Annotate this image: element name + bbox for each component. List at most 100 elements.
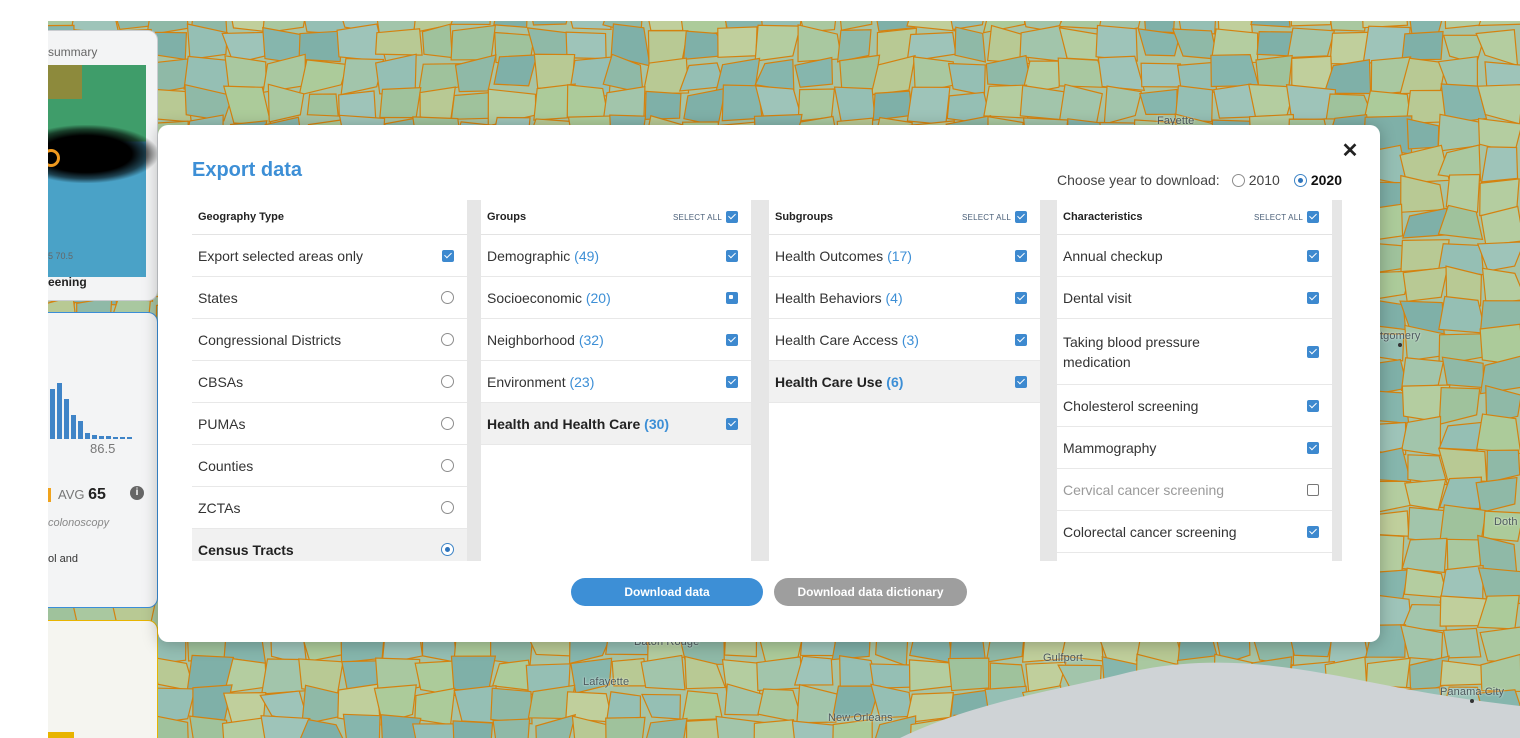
geography-option[interactable]: Census Tracts: [192, 529, 467, 561]
select-all-checkbox[interactable]: [1307, 211, 1319, 223]
geography-option[interactable]: Congressional Districts: [192, 319, 467, 361]
county-shape: [566, 84, 609, 118]
select-all-label: SELECT ALL: [673, 212, 722, 222]
year-option-2020[interactable]: 2020: [1293, 172, 1342, 188]
checkbox[interactable]: [1015, 333, 1027, 346]
checkbox[interactable]: [1307, 291, 1319, 304]
county-shape: [306, 93, 339, 117]
geography-option-label: CBSAs: [198, 374, 243, 390]
download-data-button[interactable]: Download data: [571, 578, 763, 606]
histogram-bar: [71, 415, 76, 439]
radio-button[interactable]: [441, 333, 454, 346]
characteristics-column: Characteristics SELECT ALL Annual checku…: [1057, 200, 1332, 561]
checkbox[interactable]: [442, 249, 454, 262]
characteristic-option[interactable]: Mammography: [1057, 427, 1332, 469]
radio-button[interactable]: [441, 291, 454, 304]
subgroup-option[interactable]: Health Outcomes (17): [769, 235, 1040, 277]
scatter-plot-thumbnail[interactable]: [48, 65, 157, 277]
footer-text: ol and: [48, 553, 78, 565]
group-option[interactable]: Neighborhood (32): [481, 319, 751, 361]
characteristic-option[interactable]: Dental visit: [1057, 277, 1332, 319]
select-all-checkbox[interactable]: [1015, 211, 1027, 223]
county-shape: [908, 659, 954, 692]
county-shape: [1437, 447, 1488, 482]
download-dictionary-button[interactable]: Download data dictionary: [774, 578, 967, 606]
checkbox[interactable]: [726, 249, 738, 262]
subgroup-option[interactable]: Health Behaviors (4): [769, 277, 1040, 319]
histogram-bar: [57, 383, 62, 439]
subgroups-select-all[interactable]: SELECT ALL: [962, 211, 1027, 223]
checkbox[interactable]: [726, 375, 738, 388]
group-option[interactable]: Demographic (49): [481, 235, 751, 277]
radio-button[interactable]: [441, 375, 454, 388]
radio-button[interactable]: [441, 417, 454, 430]
county-shape: [1476, 413, 1520, 455]
county-shape: [1481, 267, 1520, 306]
checkbox[interactable]: [1015, 375, 1027, 388]
city-dot-icon: [1398, 343, 1403, 347]
checkbox[interactable]: [1307, 441, 1319, 454]
radio-2010-icon[interactable]: [1231, 173, 1245, 187]
characteristic-option[interactable]: Colorectal cancer screening: [1057, 511, 1332, 553]
subgroup-option-label: Health Outcomes (17): [775, 248, 912, 264]
year-2020-label: 2020: [1310, 172, 1342, 188]
geography-option[interactable]: Export selected areas only: [192, 235, 467, 277]
metric-card[interactable]: 86.5 AVG 65 i colonoscopy ol and: [48, 312, 158, 608]
subgroup-option-label: Health Behaviors (4): [775, 290, 903, 306]
radio-2020-icon[interactable]: [1293, 173, 1307, 187]
checkbox[interactable]: [1307, 483, 1319, 496]
groups-select-all[interactable]: SELECT ALL: [673, 211, 738, 223]
checkbox[interactable]: [1307, 399, 1319, 412]
checkbox[interactable]: [1307, 525, 1319, 538]
characteristic-option[interactable]: Annual checkup: [1057, 235, 1332, 277]
summary-label: summary: [48, 45, 98, 59]
radio-button[interactable]: [441, 543, 454, 556]
geography-option[interactable]: ZCTAs: [192, 487, 467, 529]
select-all-checkbox[interactable]: [726, 211, 738, 223]
summary-card[interactable]: summary 5 70.5 eening: [48, 30, 158, 301]
characteristic-option-text: Cholesterol screening: [1063, 397, 1199, 414]
geography-option[interactable]: States: [192, 277, 467, 319]
characteristic-option[interactable]: Cervical cancer screening: [1057, 469, 1332, 511]
year-option-2010[interactable]: 2010: [1231, 172, 1280, 188]
group-option-label: Socioeconomic (20): [487, 290, 611, 306]
geography-option[interactable]: PUMAs: [192, 403, 467, 445]
histogram-bar: [85, 433, 90, 439]
county-shape: [374, 28, 423, 56]
characteristics-select-all[interactable]: SELECT ALL: [1254, 211, 1319, 223]
group-option[interactable]: Health and Health Care (30): [481, 403, 751, 445]
checkbox[interactable]: [1015, 291, 1027, 304]
group-option-count: (30): [644, 415, 670, 432]
checkbox[interactable]: [1307, 345, 1319, 358]
county-shape: [189, 715, 228, 738]
county-shape: [721, 84, 763, 122]
radio-button[interactable]: [441, 459, 454, 472]
subgroups-header: Subgroups SELECT ALL: [769, 200, 1040, 235]
characteristic-option[interactable]: Cholesterol screening: [1057, 385, 1332, 427]
group-option[interactable]: Environment (23): [481, 361, 751, 403]
characteristic-option-text: Cervical cancer screening: [1063, 481, 1225, 498]
county-shape: [533, 53, 576, 90]
subgroup-option[interactable]: Health Care Access (3): [769, 319, 1040, 361]
group-option[interactable]: Socioeconomic (20): [481, 277, 751, 319]
city-dot-icon: [1470, 699, 1475, 703]
subgroup-option[interactable]: Health Care Use (6): [769, 361, 1040, 403]
county-shape: [906, 86, 951, 126]
avg-label: AVG: [58, 487, 85, 502]
radio-button[interactable]: [441, 501, 454, 514]
checkbox[interactable]: [726, 333, 738, 346]
checkbox[interactable]: [726, 291, 738, 304]
checkbox[interactable]: [1307, 249, 1319, 262]
geography-option[interactable]: Counties: [192, 445, 467, 487]
close-button[interactable]: ✕: [1338, 139, 1362, 163]
third-card[interactable]: [48, 620, 158, 738]
checkbox[interactable]: [726, 417, 738, 430]
characteristic-option[interactable]: Taking blood pressure medication: [1057, 319, 1332, 385]
subgroup-option-label: Health Care Use (6): [775, 374, 903, 390]
map-label-dothan: Doth: [1494, 516, 1518, 528]
info-icon[interactable]: i: [130, 486, 144, 500]
geography-option[interactable]: CBSAs: [192, 361, 467, 403]
checkbox[interactable]: [1015, 249, 1027, 262]
geography-option-label: ZCTAs: [198, 500, 241, 516]
group-option-count: (32): [578, 331, 604, 348]
